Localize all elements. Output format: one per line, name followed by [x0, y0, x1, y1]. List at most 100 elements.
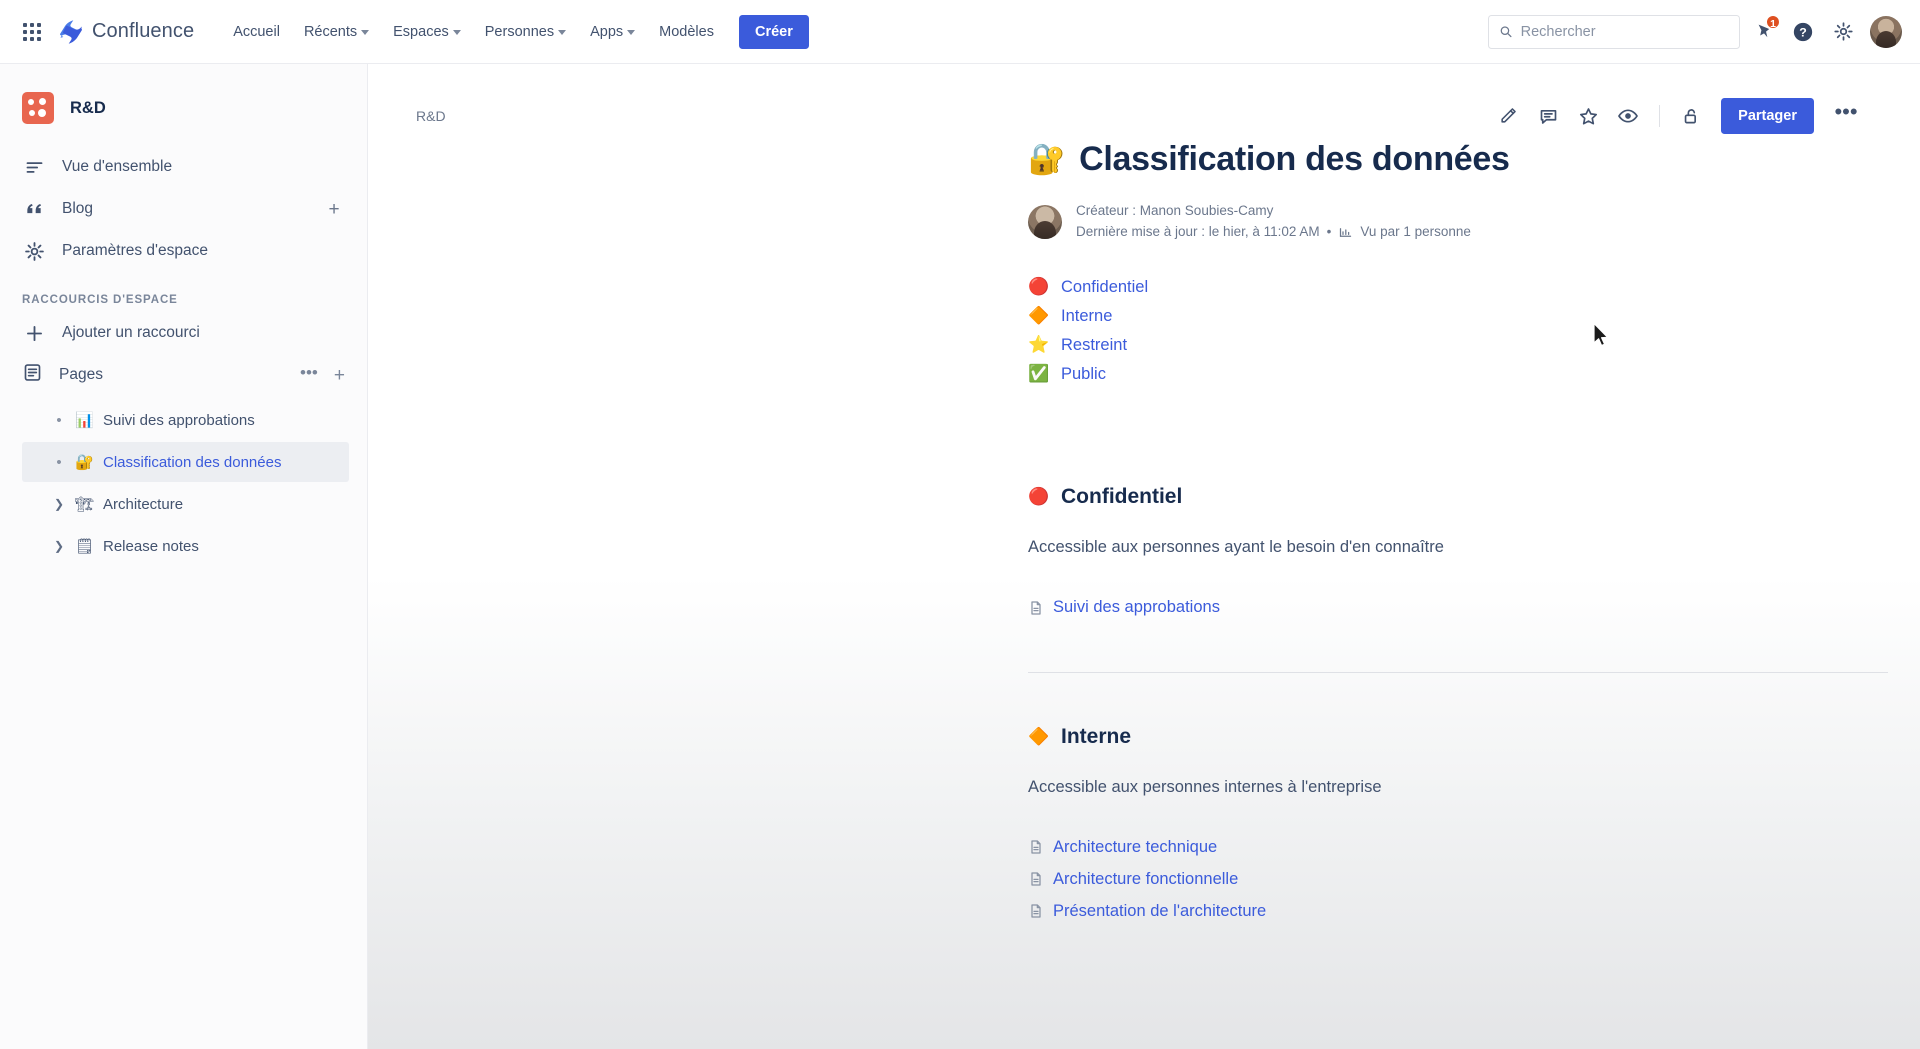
pages-more-button[interactable]: ••• — [300, 364, 318, 387]
nav-item-recents-label: Récents — [303, 23, 358, 40]
section-body-interne: Accessible aux personnes internes à l'en… — [1028, 777, 1382, 796]
updated-line-row: Dernière mise à jour : le hier, à 11:02 … — [1076, 222, 1471, 243]
add-page-button[interactable]: + — [334, 366, 345, 385]
breadcrumb[interactable]: R&D — [416, 98, 446, 124]
legend-link-confidentiel[interactable]: Confidentiel — [1061, 278, 1148, 297]
page-more-actions-button[interactable]: ••• — [1828, 98, 1864, 134]
doclink-label[interactable]: Architecture fonctionnelle — [1053, 870, 1238, 889]
pages-icon — [22, 362, 43, 388]
notifications-button[interactable]: 1 — [1746, 13, 1781, 49]
space-nav-section: Vue d'ensemble Blog + Paramètres d'espac… — [0, 146, 367, 272]
sidebar-item-space-settings-label: Paramètres d'espace — [62, 242, 208, 259]
top-navigation-bar: Confluence Accueil Récents Espaces Perso… — [0, 0, 1920, 64]
plus-icon — [22, 323, 46, 344]
restrictions-lock-icon[interactable] — [1673, 98, 1709, 134]
sidebar-item-blog[interactable]: Blog + — [0, 188, 367, 230]
add-blog-post-button[interactable]: + — [323, 198, 345, 220]
page-tree-item-suivi-des-approbations[interactable]: • 📊 Suivi des approbations — [22, 400, 349, 440]
space-sidebar: R&D Vue d'ensemble Blog + Paramètres d'e… — [0, 64, 368, 1049]
byline-text: Créateur : Manon Soubies-Camy Dernière m… — [1076, 201, 1471, 243]
page-tree-item-release-notes[interactable]: ❯ 🗒 Release notes — [22, 526, 349, 566]
page-icon — [1028, 871, 1044, 887]
grid-apps-icon[interactable] — [18, 18, 46, 46]
pages-header[interactable]: Pages ••• + — [0, 354, 367, 396]
space-header[interactable]: R&D — [0, 82, 367, 132]
section-interne: 🔶 Interne Accessible aux personnes inter… — [1028, 725, 1888, 928]
author-avatar[interactable] — [1028, 204, 1062, 239]
sidebar-item-overview[interactable]: Vue d'ensemble — [0, 146, 367, 188]
page-tree-item-architecture[interactable]: ❯ 🏗 Architecture — [22, 484, 349, 524]
doclink-architecture-technique: Architecture technique — [1028, 831, 1888, 863]
section-confidentiel: 🔴 Confidentiel Accessible aux personnes … — [1028, 485, 1888, 624]
page-tree-item-classification-des-donnees[interactable]: • 🔐 Classification des données — [22, 442, 349, 482]
star-emoji-icon: ⭐ — [1028, 335, 1050, 355]
share-button[interactable]: Partager — [1721, 98, 1814, 134]
pages-actions: ••• + — [300, 364, 345, 387]
doclink-architecture-fonctionnelle: Architecture fonctionnelle — [1028, 863, 1888, 895]
sidebar-item-blog-label: Blog — [62, 200, 94, 217]
quote-icon — [22, 199, 46, 219]
nav-item-espaces[interactable]: Espaces — [382, 14, 472, 50]
nav-item-accueil[interactable]: Accueil — [222, 14, 291, 50]
overview-lines-icon — [22, 157, 46, 178]
section-heading-interne: 🔶 Interne — [1028, 725, 1888, 749]
legend-link-restreint[interactable]: Restreint — [1061, 336, 1127, 355]
confluence-home-link[interactable]: Confluence — [58, 19, 194, 45]
legend-item-public: ✅ Public — [1028, 360, 1888, 389]
page-byline: Créateur : Manon Soubies-Camy Dernière m… — [1028, 201, 1888, 243]
toolbar-divider — [1659, 105, 1661, 127]
chevron-down-icon — [627, 30, 636, 35]
classification-legend: 🔴 Confidentiel 🔶 Interne ⭐ Restreint ✅ P… — [1028, 273, 1888, 389]
chevron-right-icon[interactable]: ❯ — [52, 539, 66, 553]
space-logo-icon — [22, 92, 54, 124]
page-tree: • 📊 Suivi des approbations • 🔐 Classific… — [0, 400, 367, 566]
user-avatar[interactable] — [1870, 15, 1902, 48]
bullet-icon: • — [56, 453, 62, 471]
legend-item-restreint: ⭐ Restreint — [1028, 331, 1888, 360]
pages-label: Pages — [59, 366, 103, 383]
nav-item-modeles[interactable]: Modèles — [648, 14, 725, 50]
nav-item-personnes[interactable]: Personnes — [474, 14, 577, 50]
watch-eye-icon[interactable] — [1610, 98, 1646, 134]
search-box[interactable] — [1488, 14, 1740, 49]
star-icon[interactable] — [1570, 98, 1606, 134]
lock-emoji-icon: 🔐 — [75, 454, 94, 471]
search-icon — [1500, 26, 1512, 38]
page-icon — [1028, 903, 1044, 919]
section-body-confidentiel: Accessible aux personnes ayant le besoin… — [1028, 537, 1444, 556]
section-heading-text: Confidentiel — [1061, 484, 1183, 508]
create-button[interactable]: Créer — [738, 14, 809, 49]
comment-icon[interactable] — [1530, 98, 1566, 134]
page-topbar: R&D Partager ••• — [368, 64, 1920, 134]
legend-link-interne[interactable]: Interne — [1061, 307, 1112, 326]
settings-button[interactable] — [1826, 15, 1860, 49]
edit-icon[interactable] — [1490, 98, 1526, 134]
doclink-label[interactable]: Présentation de l'architecture — [1053, 902, 1266, 921]
nav-item-recents[interactable]: Récents — [293, 14, 380, 50]
bullet-icon: • — [56, 411, 62, 429]
section-divider — [1028, 671, 1888, 673]
sidebar-item-overview-label: Vue d'ensemble — [62, 158, 173, 175]
chart-views-icon — [1338, 225, 1353, 240]
section-heading-confidentiel: 🔴 Confidentiel — [1028, 485, 1888, 509]
chevron-right-icon[interactable]: ❯ — [52, 497, 66, 511]
add-shortcut-item[interactable]: Ajouter un raccourci — [0, 312, 367, 354]
search-input[interactable] — [1520, 23, 1729, 40]
doclink-label[interactable]: Suivi des approbations — [1053, 598, 1220, 617]
updated-line: Dernière mise à jour : le hier, à 11:02 … — [1076, 223, 1320, 239]
views-label[interactable]: Vu par 1 personne — [1360, 222, 1471, 243]
nav-item-apps[interactable]: Apps — [579, 14, 646, 50]
byline-separator: • — [1326, 223, 1332, 239]
shortcuts-caption: RACCOURCIS D'ESPACE — [22, 294, 178, 306]
page-tree-item-label: Architecture — [103, 495, 184, 513]
help-button[interactable]: ? — [1786, 15, 1820, 49]
doclink-label[interactable]: Architecture technique — [1053, 838, 1217, 857]
primary-nav: Accueil Récents Espaces Personnes Apps M… — [222, 14, 725, 50]
doclink-presentation-de-larchitecture: Présentation de l'architecture — [1028, 895, 1888, 927]
add-shortcut-label: Ajouter un raccourci — [62, 324, 200, 341]
legend-link-public[interactable]: Public — [1061, 365, 1106, 384]
sidebar-item-space-settings[interactable]: Paramètres d'espace — [0, 230, 367, 272]
red-circle-emoji-icon: 🔴 — [1028, 486, 1050, 506]
chevron-down-icon — [452, 30, 461, 35]
red-circle-emoji-icon: 🔴 — [1028, 277, 1050, 297]
